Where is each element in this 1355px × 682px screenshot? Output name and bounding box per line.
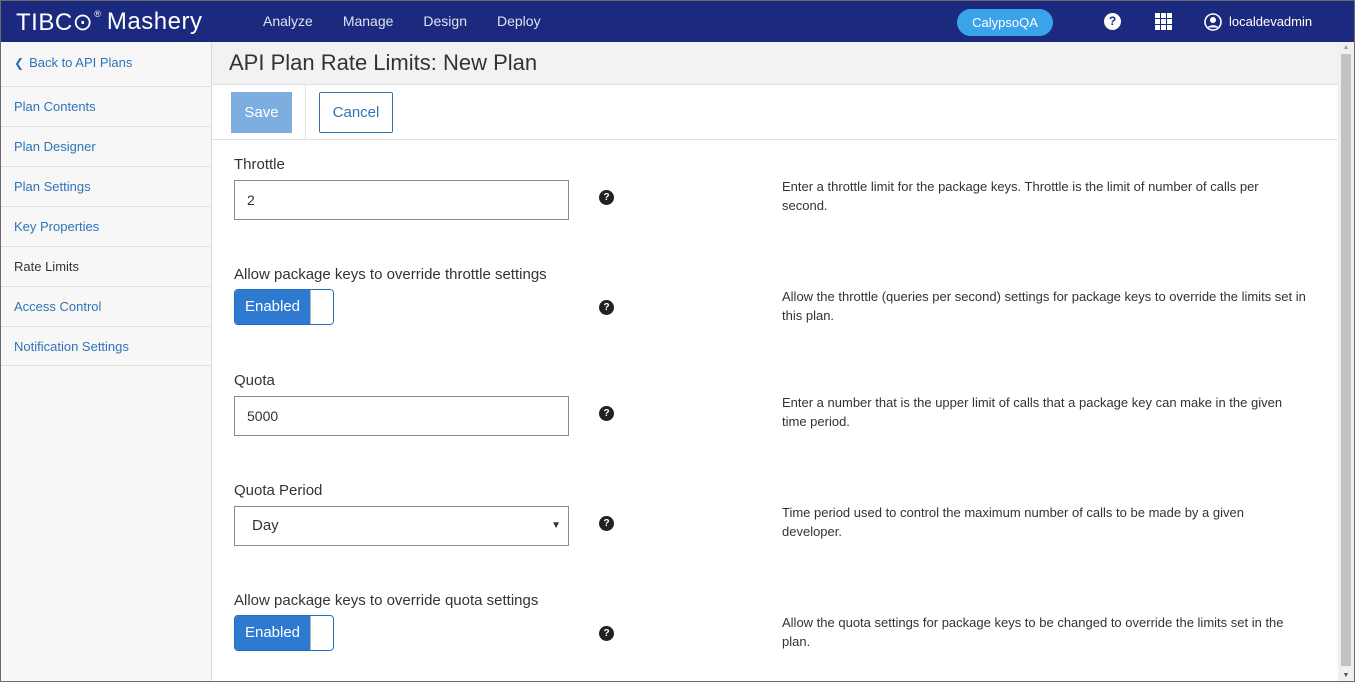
logo-tibco-text: TIBC⊙: [16, 8, 94, 36]
override-throttle-help-text: Allow the throttle (queries per second) …: [782, 289, 1306, 323]
quota-period-selected: Day: [252, 517, 279, 534]
sidebar-item-plan-settings[interactable]: Plan Settings: [1, 166, 211, 206]
toggle-knob: [310, 616, 333, 650]
override-throttle-toggle-state: Enabled: [235, 290, 310, 324]
top-navbar: TIBC⊙ ® Mashery Analyze Manage Design Dep…: [1, 1, 1354, 42]
chevron-left-icon: ❮: [14, 55, 25, 70]
help-icon[interactable]: ?: [1104, 13, 1121, 30]
override-quota-toggle-state: Enabled: [235, 616, 310, 650]
toggle-knob: [310, 290, 333, 324]
app-window: TIBC⊙ ® Mashery Analyze Manage Design Dep…: [0, 0, 1355, 682]
rate-limits-form: Throttle 2 ? Enter a throttle limit for …: [212, 140, 1338, 681]
throttle-input[interactable]: 2: [234, 180, 569, 220]
nav-manage[interactable]: Manage: [343, 1, 394, 42]
quota-input[interactable]: 5000: [234, 396, 569, 436]
quota-label: Quota: [234, 372, 275, 389]
scroll-thumb[interactable]: [1341, 54, 1351, 666]
sidebar-menu: Plan Contents Plan Designer Plan Setting…: [1, 86, 211, 366]
user-name: localdevadmin: [1229, 14, 1313, 29]
nav-design[interactable]: Design: [423, 1, 467, 42]
sidebar-item-access-control[interactable]: Access Control: [1, 286, 211, 326]
page-title: API Plan Rate Limits: New Plan: [229, 50, 538, 75]
user-menu[interactable]: localdevadmin: [1204, 12, 1312, 31]
quota-period-label: Quota Period: [234, 482, 323, 499]
scroll-down-icon[interactable]: ▼: [1338, 670, 1354, 681]
scroll-up-icon[interactable]: ▲: [1338, 42, 1354, 54]
sidebar-item-rate-limits[interactable]: Rate Limits: [1, 246, 211, 286]
action-toolbar: Save Cancel: [212, 85, 1338, 140]
throttle-help-text: Enter a throttle limit for the package k…: [782, 179, 1259, 213]
sidebar-item-notification-settings[interactable]: Notification Settings: [1, 326, 211, 366]
quota-help-icon[interactable]: ?: [599, 406, 614, 421]
quota-help-text: Enter a number that is the upper limit o…: [782, 395, 1283, 429]
vertical-scrollbar[interactable]: ▲ ▼: [1338, 42, 1354, 681]
nav-deploy[interactable]: Deploy: [497, 1, 541, 42]
back-to-api-plans-link[interactable]: ❮ Back to API Plans: [14, 55, 132, 70]
back-link-label: Back to API Plans: [29, 55, 133, 70]
sidebar: ❮ Back to API Plans Plan Contents Plan D…: [1, 42, 212, 681]
sidebar-item-plan-designer[interactable]: Plan Designer: [1, 126, 211, 166]
override-throttle-toggle[interactable]: Enabled: [234, 289, 334, 325]
throttle-help-icon[interactable]: ?: [599, 190, 614, 205]
caret-down-icon: ▼: [551, 520, 561, 531]
quota-period-help-icon[interactable]: ?: [599, 516, 614, 531]
sidebar-item-key-properties[interactable]: Key Properties: [1, 206, 211, 246]
override-quota-toggle[interactable]: Enabled: [234, 615, 334, 651]
save-button[interactable]: Save: [231, 92, 292, 133]
logo-product-text: Mashery: [106, 8, 203, 35]
tibco-mashery-logo[interactable]: TIBC⊙ ® Mashery: [16, 8, 202, 36]
quota-period-help-text: Time period used to control the maximum …: [782, 505, 1244, 539]
quota-period-select[interactable]: Day ▼: [234, 506, 569, 546]
override-quota-help-icon[interactable]: ?: [599, 626, 614, 641]
user-circle-icon: [1204, 12, 1222, 31]
override-throttle-label: Allow package keys to override throttle …: [234, 266, 547, 283]
app-grid-icon[interactable]: [1155, 13, 1172, 30]
logo-registered-mark: ®: [94, 9, 101, 19]
throttle-label: Throttle: [234, 156, 285, 173]
sidebar-item-plan-contents[interactable]: Plan Contents: [1, 86, 211, 126]
page-header: API Plan Rate Limits: New Plan: [212, 42, 1338, 85]
main-nav: Analyze Manage Design Deploy: [263, 1, 571, 42]
toolbar-divider: [305, 85, 306, 139]
override-quota-help-text: Allow the quota settings for package key…: [782, 615, 1284, 649]
override-quota-label: Allow package keys to override quota set…: [234, 592, 539, 609]
environment-selector[interactable]: CalypsoQA: [957, 9, 1053, 36]
nav-analyze[interactable]: Analyze: [263, 1, 313, 42]
cancel-button[interactable]: Cancel: [319, 92, 393, 133]
override-throttle-help-icon[interactable]: ?: [599, 300, 614, 315]
